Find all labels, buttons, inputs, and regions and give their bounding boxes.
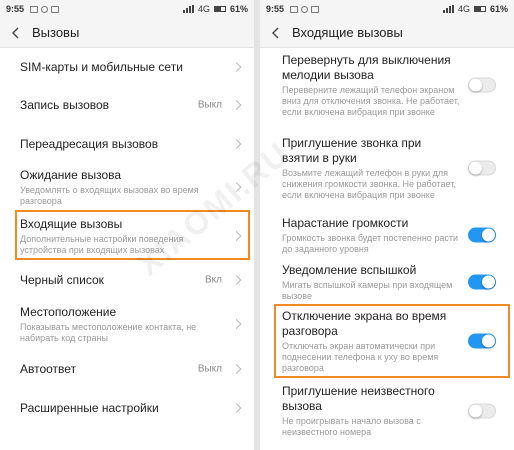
status-time: 9:55 bbox=[6, 4, 25, 14]
item-description: Не проигрывать начало вызова с неизвестн… bbox=[282, 416, 421, 437]
status-bar: 9:55 4G 61% bbox=[260, 0, 514, 18]
item-value: Выкл bbox=[197, 99, 222, 111]
item-description: Мигать вспышкой камеры при входящем вызо… bbox=[282, 279, 453, 301]
item-label: Приглушение неизвестного вызова bbox=[282, 384, 435, 413]
item-value: Выкл bbox=[197, 363, 222, 375]
setting-pickup-quiet[interactable]: Приглушение звонка при взятии в руки Воз… bbox=[260, 126, 514, 210]
toggle-switch[interactable] bbox=[468, 160, 496, 176]
item-label: Черный список bbox=[20, 272, 104, 287]
item-value: Вкл bbox=[205, 274, 222, 286]
alarm-icon bbox=[41, 5, 49, 13]
item-label: Переадресация вызовов bbox=[20, 136, 159, 151]
page-title: Входящие вызовы bbox=[292, 25, 403, 40]
chevron-right-icon bbox=[231, 231, 242, 241]
item-label: Расширенные настройки bbox=[20, 400, 159, 415]
settings-item-autoanswer[interactable]: Автоответ Выкл bbox=[0, 352, 254, 386]
left-screen: 9:55 4G 61% Вызовы SIM-карты и мобильные… bbox=[0, 0, 254, 450]
battery-percent: 61% bbox=[229, 4, 248, 14]
signal-icon bbox=[182, 5, 194, 13]
notification-icon bbox=[30, 5, 39, 13]
settings-item-incoming-calls[interactable]: Входящие вызовы Дополнительные настройки… bbox=[0, 213, 254, 259]
settings-item-advanced[interactable]: Расширенные настройки bbox=[0, 390, 254, 426]
toggle-knob bbox=[469, 78, 482, 92]
setting-proximity-screen-off[interactable]: Отключение экрана во время разговора Отк… bbox=[260, 306, 514, 376]
notification-icons bbox=[290, 5, 320, 13]
toggle-knob bbox=[469, 161, 482, 175]
settings-item-sim[interactable]: SIM-карты и мобильные сети bbox=[0, 50, 254, 84]
network-type: 4G bbox=[197, 4, 210, 14]
item-label: SIM-карты и мобильные сети bbox=[20, 59, 183, 74]
status-right: 4G 61% bbox=[182, 4, 248, 14]
item-label: Перевернуть для выключения мелодии вызов… bbox=[282, 52, 451, 82]
chevron-right-icon bbox=[231, 364, 242, 374]
settings-item-call-recording[interactable]: Запись вызовов Выкл bbox=[0, 87, 254, 123]
status-time: 9:55 bbox=[266, 4, 285, 14]
toggle-knob bbox=[482, 275, 495, 289]
toggle-knob bbox=[482, 228, 495, 242]
item-description: Дополнительные настройки поведения устро… bbox=[20, 233, 184, 255]
settings-item-call-waiting[interactable]: Ожидание вызова Уведомлять о входящих вы… bbox=[0, 164, 254, 210]
status-bar: 9:55 4G 61% bbox=[0, 0, 254, 18]
mail-icon bbox=[51, 5, 60, 13]
toggle-switch[interactable] bbox=[468, 403, 496, 419]
chevron-right-icon bbox=[231, 100, 242, 110]
battery-icon bbox=[213, 6, 226, 12]
toggle-switch[interactable] bbox=[468, 274, 496, 290]
title-bar: Вызовы bbox=[0, 18, 254, 48]
battery-percent: 61% bbox=[489, 4, 508, 14]
chevron-right-icon bbox=[231, 139, 242, 149]
settings-item-location[interactable]: Местоположение Показывать местоположение… bbox=[0, 300, 254, 348]
toggle-knob bbox=[469, 404, 482, 418]
item-label: Запись вызовов bbox=[20, 97, 110, 112]
settings-item-blacklist[interactable]: Черный список Вкл bbox=[0, 263, 254, 297]
back-arrow-icon[interactable] bbox=[8, 25, 24, 41]
settings-item-forwarding[interactable]: Переадресация вызовов bbox=[0, 126, 254, 162]
signal-icon bbox=[442, 5, 454, 13]
item-label: Приглушение звонка при взятии в руки bbox=[282, 135, 422, 165]
chevron-right-icon bbox=[231, 62, 242, 72]
toggle-switch[interactable] bbox=[468, 77, 496, 93]
status-right: 4G 61% bbox=[442, 4, 508, 14]
setting-volume-ramp[interactable]: Нарастание громкости Громкость звонка бу… bbox=[260, 212, 514, 258]
toggle-switch[interactable] bbox=[468, 227, 496, 243]
title-bar: Входящие вызовы bbox=[260, 18, 514, 48]
setting-flash-notify[interactable]: Уведомление вспышкой Мигать вспышкой кам… bbox=[260, 260, 514, 304]
back-arrow-icon[interactable] bbox=[268, 25, 284, 41]
chevron-right-icon bbox=[231, 319, 242, 329]
network-type: 4G bbox=[457, 4, 470, 14]
item-label: Автоответ bbox=[20, 361, 77, 376]
notification-icons bbox=[30, 5, 60, 13]
item-description: Переверните лежащий телефон экраном вниз… bbox=[282, 84, 460, 117]
chevron-right-icon bbox=[231, 182, 242, 192]
item-description: Уведомлять о входящих вызовах во время р… bbox=[20, 184, 199, 206]
chevron-right-icon bbox=[231, 275, 242, 285]
item-description: Возьмите лежащий телефон в руки для сниж… bbox=[282, 167, 456, 200]
setting-mute-unknown[interactable]: Приглушение неизвестного вызова Не проиг… bbox=[260, 380, 514, 442]
page-title: Вызовы bbox=[32, 25, 80, 40]
battery-icon bbox=[473, 6, 486, 12]
alarm-icon bbox=[301, 5, 309, 13]
item-label: Нарастание громкости bbox=[282, 215, 409, 230]
right-screen: 9:55 4G 61% Входящие вызовы Перевернуть … bbox=[260, 0, 514, 450]
item-label: Входящие вызовы bbox=[20, 216, 123, 231]
toggle-switch[interactable] bbox=[468, 333, 496, 349]
item-description: Отключать экран автоматически при поднес… bbox=[282, 340, 439, 373]
toggle-knob bbox=[482, 334, 495, 348]
item-description: Показывать местоположение контакта, не н… bbox=[20, 321, 197, 343]
item-label: Уведомление вспышкой bbox=[282, 262, 417, 277]
item-label: Местоположение bbox=[20, 304, 117, 319]
chevron-right-icon bbox=[231, 403, 242, 413]
item-description: Громкость звонка будет постепенно расти … bbox=[282, 232, 458, 254]
notification-icon bbox=[290, 5, 299, 13]
item-label: Ожидание вызова bbox=[20, 167, 122, 182]
mail-icon bbox=[311, 5, 320, 13]
setting-flip-to-mute[interactable]: Перевернуть для выключения мелодии вызов… bbox=[260, 48, 514, 122]
item-label: Отключение экрана во время разговора bbox=[282, 308, 447, 338]
